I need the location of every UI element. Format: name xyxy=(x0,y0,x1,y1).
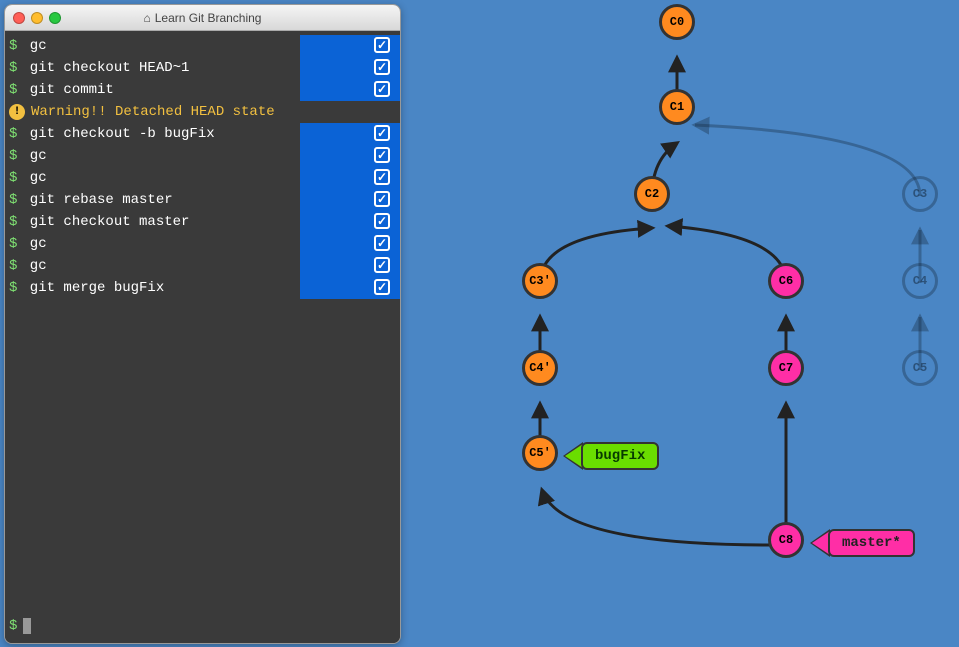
commit-node[interactable]: C3' xyxy=(522,263,558,299)
terminal-input-line[interactable]: $ xyxy=(5,615,400,637)
prompt-symbol: $ xyxy=(9,170,17,186)
terminal-line: $ git checkout -b bugFix ✓ xyxy=(5,123,400,145)
prompt-symbol: $ xyxy=(9,38,17,54)
prompt-symbol: $ xyxy=(9,618,17,634)
commit-node[interactable]: C1 xyxy=(659,89,695,125)
check-icon: ✓ xyxy=(374,257,390,273)
check-icon: ✓ xyxy=(374,59,390,75)
commit-id: C6 xyxy=(779,274,793,288)
commit-node[interactable]: C2 xyxy=(634,176,670,212)
terminal-line: $ git rebase master ✓ xyxy=(5,189,400,211)
command-text: gc xyxy=(21,170,46,186)
terminal-line: $ git commit ✓ xyxy=(5,79,400,101)
commit-id: C3 xyxy=(913,187,927,201)
command-text: git checkout -b bugFix xyxy=(21,126,214,142)
command-text: git commit xyxy=(21,82,113,98)
commit-id: C5' xyxy=(529,446,551,460)
commit-node[interactable]: C3 xyxy=(902,176,938,212)
commit-id: C0 xyxy=(670,15,684,29)
prompt-symbol: $ xyxy=(9,258,17,274)
terminal-line: $ gc ✓ xyxy=(5,255,400,277)
close-icon[interactable] xyxy=(13,12,25,24)
window-titlebar[interactable]: ⌂ Learn Git Branching xyxy=(5,5,400,31)
commit-node[interactable]: C5 xyxy=(902,350,938,386)
check-icon: ✓ xyxy=(374,147,390,163)
graph-edge xyxy=(542,490,770,545)
prompt-symbol: $ xyxy=(9,214,17,230)
zoom-icon[interactable] xyxy=(49,12,61,24)
commit-node[interactable]: C4 xyxy=(902,263,938,299)
branch-name: master* xyxy=(828,529,915,557)
warning-text: Warning!! Detached HEAD state xyxy=(31,104,275,120)
terminal-window: ⌂ Learn Git Branching $ gc✓$ git checkou… xyxy=(4,4,401,644)
graph-edge xyxy=(695,125,920,196)
check-icon: ✓ xyxy=(374,169,390,185)
commit-node[interactable]: C6 xyxy=(768,263,804,299)
command-text: git checkout HEAD~1 xyxy=(21,60,189,76)
check-icon: ✓ xyxy=(374,279,390,295)
terminal-line: $ git checkout HEAD~1 ✓ xyxy=(5,57,400,79)
commit-id: C8 xyxy=(779,533,793,547)
commit-id: C1 xyxy=(670,100,684,114)
commit-node[interactable]: C4' xyxy=(522,350,558,386)
terminal-line: $ gc ✓ xyxy=(5,167,400,189)
check-icon: ✓ xyxy=(374,235,390,251)
command-text: git rebase master xyxy=(21,192,172,208)
commit-node[interactable]: C5' xyxy=(522,435,558,471)
prompt-symbol: $ xyxy=(9,82,17,98)
terminal-line: $ git merge bugFix ✓ xyxy=(5,277,400,299)
check-icon: ✓ xyxy=(374,81,390,97)
branch-tag[interactable]: master* xyxy=(812,529,915,557)
commit-node[interactable]: C8 xyxy=(768,522,804,558)
commit-node[interactable]: C7 xyxy=(768,350,804,386)
text-cursor xyxy=(23,618,31,634)
command-text: gc xyxy=(21,258,46,274)
prompt-symbol: $ xyxy=(9,192,17,208)
window-title-text: Learn Git Branching xyxy=(155,11,262,25)
prompt-symbol: $ xyxy=(9,126,17,142)
commit-id: C2 xyxy=(645,187,659,201)
check-icon: ✓ xyxy=(374,213,390,229)
minimize-icon[interactable] xyxy=(31,12,43,24)
home-icon: ⌂ xyxy=(144,11,151,25)
terminal-line: $ git checkout master ✓ xyxy=(5,211,400,233)
terminal-line: $ gc ✓ xyxy=(5,35,400,57)
command-text: gc xyxy=(21,148,46,164)
command-text: gc xyxy=(21,38,46,54)
check-icon: ✓ xyxy=(374,191,390,207)
command-text: gc xyxy=(21,236,46,252)
commit-id: C3' xyxy=(529,274,551,288)
commit-node[interactable]: C0 xyxy=(659,4,695,40)
commit-id: C7 xyxy=(779,361,793,375)
window-traffic-lights xyxy=(13,12,61,24)
check-icon: ✓ xyxy=(374,125,390,141)
command-text: git checkout master xyxy=(21,214,189,230)
terminal-body[interactable]: $ gc ✓ $ git checkout HEAD~1 ✓ $ git commit ✓… xyxy=(5,31,400,643)
terminal-warning: ! Warning!! Detached HEAD state xyxy=(5,101,400,123)
terminal-line: $ gc ✓ xyxy=(5,233,400,255)
terminal-line: $ gc ✓ xyxy=(5,145,400,167)
window-title: ⌂ Learn Git Branching xyxy=(5,11,400,25)
check-icon: ✓ xyxy=(374,37,390,53)
commit-id: C4 xyxy=(913,274,927,288)
git-graph[interactable]: C0 C1 C2 C3' C4' C5' C6 C7 C8 C3 C4 C5 bugFix master… xyxy=(401,0,959,647)
warning-icon: ! xyxy=(9,104,25,120)
commit-id: C5 xyxy=(913,361,927,375)
command-text: git merge bugFix xyxy=(21,280,164,296)
branch-tag[interactable]: bugFix xyxy=(565,442,659,470)
prompt-symbol: $ xyxy=(9,60,17,76)
commit-id: C4' xyxy=(529,361,551,375)
prompt-symbol: $ xyxy=(9,148,17,164)
prompt-symbol: $ xyxy=(9,236,17,252)
branch-name: bugFix xyxy=(581,442,659,470)
prompt-symbol: $ xyxy=(9,280,17,296)
